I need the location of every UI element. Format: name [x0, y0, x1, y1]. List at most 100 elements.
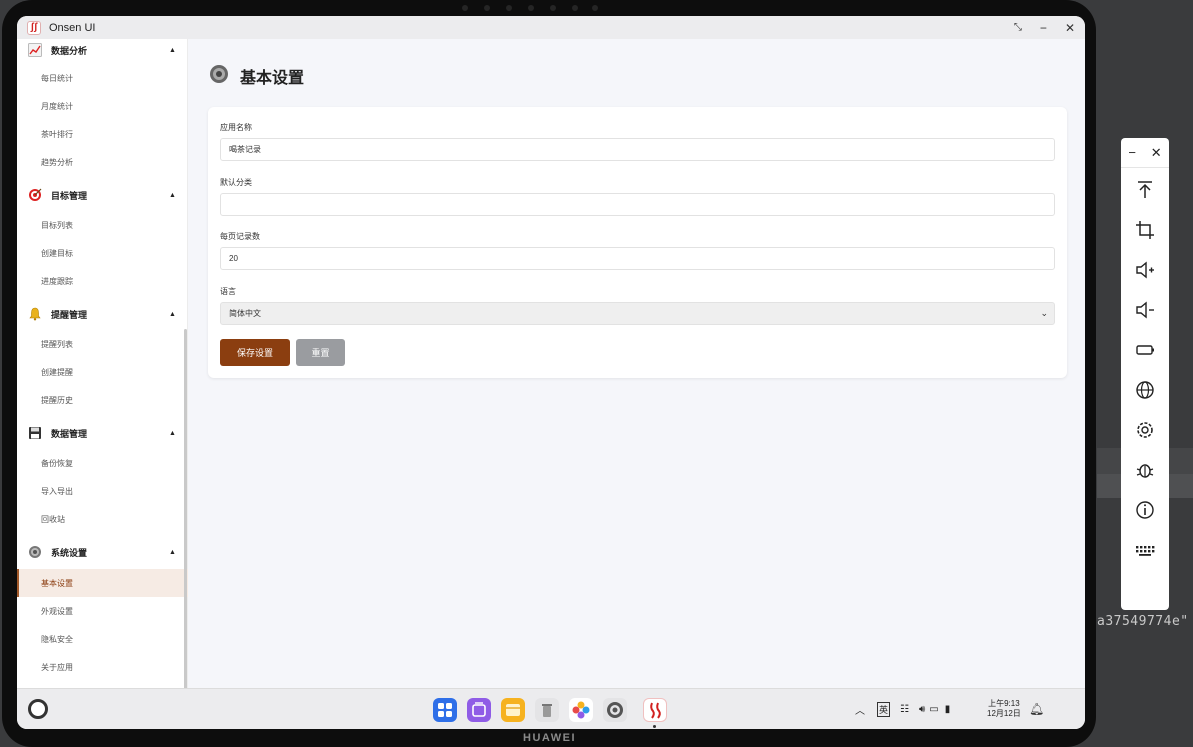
chevron-up-icon[interactable]: ▲: [169, 311, 176, 318]
sidebar: 数据分析 ▲ 每日统计 月度统计 茶叶排行 趋势分析 目标管理 ▲ 目标列表 创…: [17, 39, 188, 711]
sidebar-item-label: 每日统计: [41, 73, 73, 83]
bell-icon: [28, 307, 42, 321]
gallery-icon[interactable]: [569, 698, 593, 722]
camera-dot: [528, 5, 534, 11]
gear-icon[interactable]: [1133, 418, 1157, 442]
reset-button[interactable]: 重置: [296, 339, 345, 366]
per-page-value: 20: [229, 254, 238, 263]
taskbar-clock[interactable]: 上午9:13 12月12日: [987, 699, 1021, 719]
sidebar-item-basic-settings[interactable]: 基本设置: [17, 569, 188, 597]
sidebar-item-import-export[interactable]: 导入导出: [17, 477, 188, 505]
sidebar-item-label: 趋势分析: [41, 157, 73, 167]
per-page-input[interactable]: 20: [220, 247, 1055, 270]
notes-icon[interactable]: [501, 698, 525, 722]
volume-icon[interactable]: 🔊︎: [919, 704, 925, 715]
keyboard-icon[interactable]: [1133, 538, 1157, 562]
language-select[interactable]: 简体中文 ⌄: [220, 302, 1055, 325]
notification-bell-icon[interactable]: 🔔︎: [1029, 702, 1044, 716]
language-value: 简体中文: [229, 309, 261, 318]
sidebar-item-daily-stats[interactable]: 每日统计: [17, 64, 188, 92]
sensor-dot: [462, 5, 468, 11]
sidebar-item-goal-list[interactable]: 目标列表: [17, 211, 188, 239]
battery-icon[interactable]: [1133, 338, 1157, 362]
sidebar-item-label: 关于应用: [41, 662, 73, 672]
trash-icon[interactable]: [535, 698, 559, 722]
window-controls: ⤡ − ✕: [1014, 16, 1075, 39]
restore-icon[interactable]: ⤡: [1014, 22, 1022, 33]
app-name-label: 应用名称: [220, 123, 252, 132]
input-method-indicator[interactable]: 英: [877, 702, 891, 717]
device-brand: HUAWEI: [523, 732, 576, 744]
gear-icon: [210, 65, 228, 83]
sidebar-group-label: 数据管理: [51, 428, 88, 439]
sidebar-item-backup-restore[interactable]: 备份恢复: [17, 449, 188, 477]
sidebar-item-progress-tracking[interactable]: 进度跟踪: [17, 267, 188, 295]
sidebar-item-label: 提醒历史: [41, 395, 73, 405]
globe-icon[interactable]: [1133, 378, 1157, 402]
sidebar-scrollbar[interactable]: [184, 329, 187, 711]
clipboard-icon[interactable]: ☷: [900, 704, 909, 715]
sensor-dot: [506, 5, 512, 11]
save-settings-button[interactable]: 保存设置: [220, 339, 290, 366]
sidebar-item-label: 提醒列表: [41, 339, 73, 349]
sidebar-item-label: 回收站: [41, 514, 65, 524]
sidebar-item-reminder-list[interactable]: 提醒列表: [17, 330, 188, 358]
sidebar-item-label: 隐私安全: [41, 634, 73, 644]
app-grid-icon[interactable]: [433, 698, 457, 722]
sidebar-group-data[interactable]: 数据管理 ▲: [17, 422, 188, 444]
multitask-icon[interactable]: [467, 698, 491, 722]
display-icon[interactable]: ▭: [929, 704, 938, 715]
sidebar-item-trend-analysis[interactable]: 趋势分析: [17, 148, 188, 176]
sidebar-item-label: 创建提醒: [41, 367, 73, 377]
chevron-up-icon[interactable]: ▲: [169, 549, 176, 556]
window-title: Onsen UI: [49, 21, 96, 34]
volume-up-icon[interactable]: [1133, 258, 1157, 282]
sidebar-item-privacy-security[interactable]: 隐私安全: [17, 625, 188, 653]
settings-app-icon[interactable]: [603, 698, 627, 722]
sidebar-item-label: 月度统计: [41, 101, 73, 111]
close-icon[interactable]: ✕: [1065, 21, 1075, 35]
onsen-app-icon[interactable]: [643, 698, 667, 722]
sidebar-item-reminder-history[interactable]: 提醒历史: [17, 386, 188, 414]
close-icon[interactable]: ✕: [1151, 145, 1162, 161]
chevron-up-icon[interactable]: ▲: [169, 47, 176, 54]
sidebar-item-recycle-bin[interactable]: 回收站: [17, 505, 188, 533]
floating-toolbar: − ✕: [1121, 138, 1169, 610]
default-category-input[interactable]: [220, 193, 1055, 216]
sidebar-item-about[interactable]: 关于应用: [17, 653, 188, 681]
sidebar-item-label: 进度跟踪: [41, 276, 73, 286]
clock-date: 12月12日: [987, 709, 1021, 718]
minimize-icon[interactable]: −: [1128, 145, 1136, 160]
bug-icon[interactable]: [1133, 458, 1157, 482]
crop-icon[interactable]: [1133, 218, 1157, 242]
app-screen: ʃʃ Onsen UI ⤡ − ✕ 数据分析 ▲ 每日统计 月度统计 茶叶排行 …: [17, 16, 1085, 729]
sidebar-group-label: 目标管理: [51, 190, 88, 201]
volume-down-icon[interactable]: [1133, 298, 1157, 322]
info-icon[interactable]: [1133, 498, 1157, 522]
sidebar-item-label: 导入导出: [41, 486, 73, 496]
sidebar-item-monthly-stats[interactable]: 月度统计: [17, 92, 188, 120]
sidebar-item-label: 外观设置: [41, 606, 73, 616]
chevron-up-icon[interactable]: ▲: [169, 430, 176, 437]
sidebar-group-reminders[interactable]: 提醒管理 ▲: [17, 303, 188, 325]
tablet-frame: HUAWEI ʃʃ Onsen UI ⤡ − ✕ 数据分析 ▲ 每日统计 月度统…: [2, 0, 1096, 747]
default-category-label: 默认分类: [220, 178, 252, 187]
sidebar-item-appearance-settings[interactable]: 外观设置: [17, 597, 188, 625]
minimize-icon[interactable]: −: [1040, 21, 1047, 35]
sidebar-group-system[interactable]: 系统设置 ▲: [17, 541, 188, 563]
chevron-up-icon[interactable]: ︿: [855, 702, 865, 717]
sidebar-item-label: 茶叶排行: [41, 129, 73, 139]
sidebar-item-label: 备份恢复: [41, 458, 73, 468]
start-button[interactable]: [28, 699, 48, 719]
app-logo-icon: ʃʃ: [27, 20, 41, 35]
upload-icon[interactable]: [1133, 178, 1157, 202]
sidebar-item-create-reminder[interactable]: 创建提醒: [17, 358, 188, 386]
sidebar-group-goals[interactable]: 目标管理 ▲: [17, 184, 188, 206]
sensor-dot: [484, 5, 490, 11]
battery-icon[interactable]: ▮: [945, 704, 951, 715]
sidebar-item-create-goal[interactable]: 创建目标: [17, 239, 188, 267]
chevron-up-icon[interactable]: ▲: [169, 192, 176, 199]
app-name-input[interactable]: 喝茶记录: [220, 138, 1055, 161]
sidebar-item-tea-ranking[interactable]: 茶叶排行: [17, 120, 188, 148]
sidebar-group-analysis[interactable]: 数据分析 ▲: [17, 39, 188, 61]
